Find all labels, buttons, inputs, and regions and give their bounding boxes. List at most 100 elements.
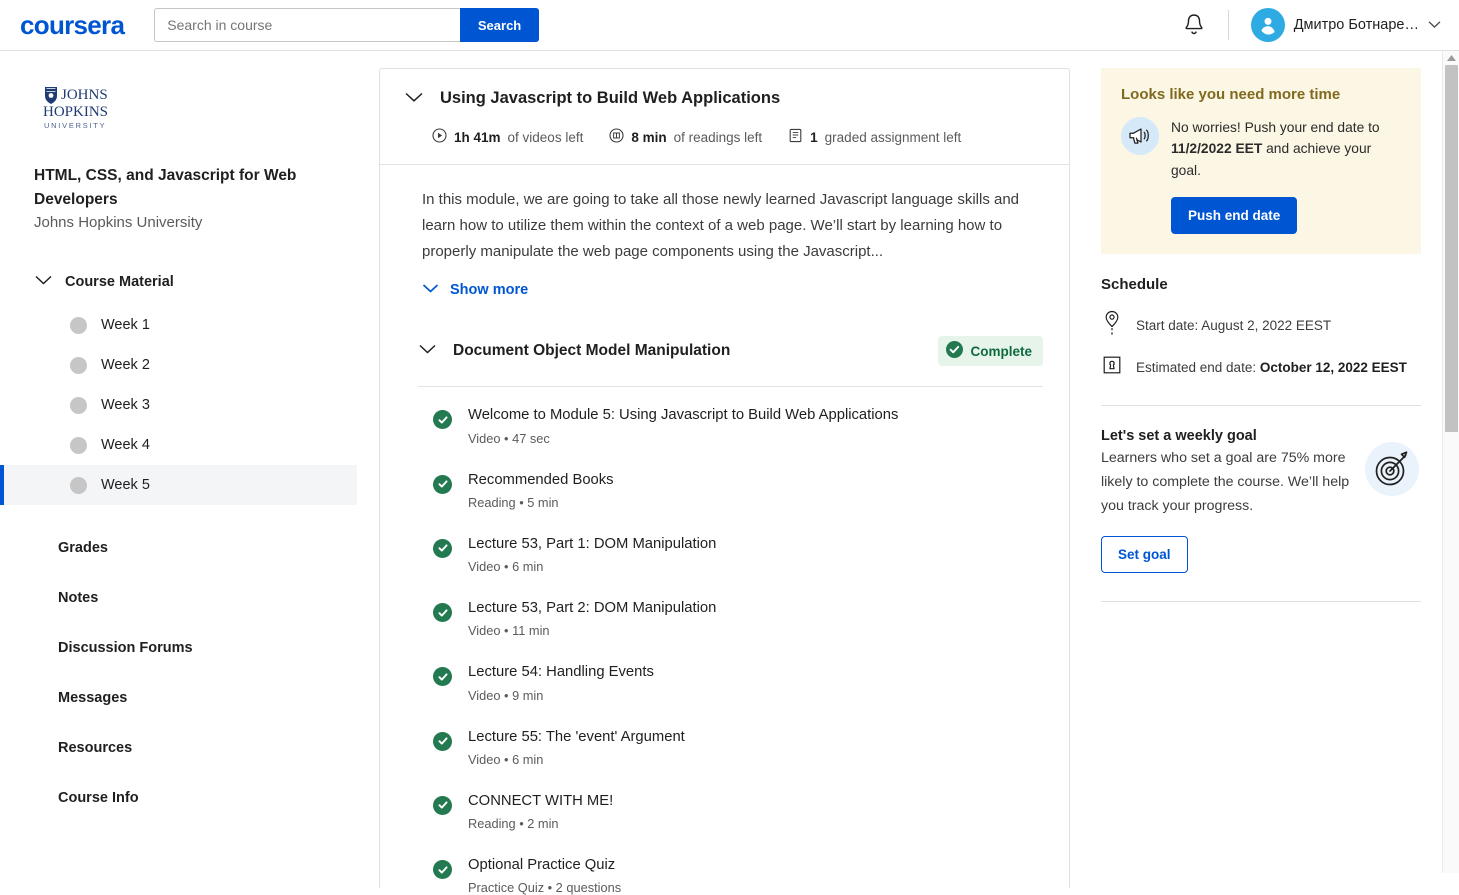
- lesson-name: Lecture 54: Handling Events: [468, 664, 654, 681]
- lesson-group-toggle[interactable]: Document Object Model Manipulation: [418, 342, 730, 360]
- status-dot-icon: [70, 476, 87, 494]
- stat-readings-left: 8 min of readings left: [609, 128, 762, 146]
- lesson-meta: Video • 11 min: [468, 623, 550, 639]
- notice-text-before: No worries! Push your end date to: [1171, 120, 1380, 135]
- lesson-meta: Video • 6 min: [468, 559, 544, 575]
- goal-text: Learners who set a goal are 75% more lik…: [1101, 450, 1350, 514]
- divider: [1101, 600, 1421, 602]
- list-item-text: Lecture 55: The 'event' Argument Video •…: [468, 727, 685, 767]
- stat-videos-left: 1h 41m of videos left: [432, 128, 583, 146]
- show-more-button[interactable]: Show more: [422, 282, 1041, 298]
- list-item[interactable]: Lecture 53, Part 2: DOM Manipulation Vid…: [433, 598, 1043, 638]
- lesson-meta: Reading • 2 min: [468, 816, 559, 832]
- coursera-logo[interactable]: coursera: [20, 10, 125, 41]
- stat-graded-assignment-left: 1 graded assignment left: [788, 128, 961, 146]
- list-item-text: Lecture 53, Part 1: DOM Manipulation Vid…: [468, 534, 716, 574]
- schedule-end-row: Estimated end date: October 12, 2022 EES…: [1101, 354, 1421, 381]
- list-item-text: CONNECT WITH ME! Reading • 2 min: [468, 791, 613, 831]
- list-item[interactable]: Lecture 53, Part 1: DOM Manipulation Vid…: [433, 534, 1043, 574]
- weekly-goal-section: Let's set a weekly goal Learners who set…: [1101, 406, 1421, 602]
- course-title: HTML, CSS, and Javascript for Web Develo…: [34, 167, 297, 209]
- list-item-text: Lecture 54: Handling Events Video • 9 mi…: [468, 662, 654, 702]
- list-item[interactable]: Lecture 55: The 'event' Argument Video •…: [433, 727, 1043, 767]
- check-circle-icon: [433, 860, 452, 880]
- sidebar-item-notes[interactable]: Notes: [0, 573, 357, 623]
- lesson-list: Welcome to Module 5: Using Javascript to…: [418, 405, 1043, 895]
- list-item-text: Lecture 53, Part 2: DOM Manipulation Vid…: [468, 598, 716, 638]
- check-circle-icon: [433, 795, 452, 815]
- sidebar-item-messages[interactable]: Messages: [0, 673, 357, 723]
- sidebar-item-grades[interactable]: Grades: [0, 523, 357, 573]
- schedule-title: Schedule: [1101, 276, 1168, 294]
- search-input[interactable]: [154, 8, 460, 42]
- assignment-icon: [788, 128, 803, 146]
- stat-value: 1h 41m: [454, 129, 501, 145]
- sidebar-item-week-5[interactable]: Week 5: [0, 465, 357, 506]
- sidebar-item-course-info[interactable]: Course Info: [0, 773, 357, 823]
- module-title-row[interactable]: Using Javascript to Build Web Applicatio…: [404, 89, 1043, 108]
- week-label: Week 5: [101, 477, 150, 494]
- schedule-end-label: Estimated end date: October 12, 2022 EES…: [1136, 360, 1407, 375]
- scroll-up-arrow-icon[interactable]: [1446, 53, 1457, 63]
- sidebar-item-resources[interactable]: Resources: [0, 723, 357, 773]
- sidebar-item-week-3[interactable]: Week 3: [0, 385, 357, 425]
- sidebar-item-discussion-forums[interactable]: Discussion Forums: [0, 623, 357, 673]
- lesson-meta: Video • 47 sec: [468, 430, 550, 446]
- lesson-name: Lecture 53, Part 1: DOM Manipulation: [468, 535, 717, 552]
- week-label: Week 3: [101, 397, 150, 414]
- list-item[interactable]: Recommended Books Reading • 5 min: [433, 470, 1043, 510]
- schedule-start-row: Start date: August 2, 2022 EEST: [1101, 309, 1421, 342]
- lesson-name: Lecture 55: The 'event' Argument: [468, 728, 685, 745]
- list-item[interactable]: Lecture 54: Handling Events Video • 9 mi…: [433, 662, 1043, 703]
- lesson-name: Lecture 53, Part 2: DOM Manipulation: [468, 600, 717, 617]
- sidebar-nav-list: Grades Notes Discussion Forums Messages …: [0, 523, 357, 823]
- week-label: Week 1: [101, 317, 150, 334]
- schedule-end-prefix: Estimated end date:: [1136, 360, 1260, 376]
- push-end-date-button[interactable]: Push end date: [1171, 197, 1298, 235]
- sidebar-item-week-4[interactable]: Week 4: [0, 425, 357, 465]
- lesson-name: Recommended Books: [468, 471, 614, 488]
- megaphone-icon: [1121, 117, 1159, 155]
- bell-icon[interactable]: [1160, 12, 1228, 38]
- notice-body: No worries! Push your end date to 11/2/2…: [1121, 117, 1401, 181]
- location-pin-icon: [1101, 309, 1123, 342]
- stat-value: 8 min: [631, 129, 667, 145]
- lesson-meta: Reading • 5 min: [468, 494, 559, 510]
- list-item-text: Welcome to Module 5: Using Javascript to…: [468, 405, 898, 445]
- search-button[interactable]: Search: [459, 8, 540, 42]
- module-description: In this module, we are going to take all…: [422, 191, 1020, 260]
- divider: [418, 386, 1043, 388]
- svg-text:HOPKINS: HOPKINS: [43, 104, 108, 120]
- week-label: Week 4: [101, 437, 150, 454]
- module-content-panel: Using Javascript to Build Web Applicatio…: [379, 68, 1070, 895]
- module-header: Using Javascript to Build Web Applicatio…: [380, 69, 1069, 164]
- list-item-text: Recommended Books Reading • 5 min: [468, 470, 614, 510]
- stat-value: 1: [810, 129, 818, 145]
- lesson-meta: Video • 9 min: [468, 687, 544, 703]
- sidebar-item-week-1[interactable]: Week 1: [0, 305, 357, 345]
- sidebar-item-week-2[interactable]: Week 2: [0, 345, 357, 385]
- push-end-date-card: Looks like you need more time No worries…: [1101, 68, 1421, 255]
- week-label: Week 2: [101, 357, 150, 374]
- stat-label: of readings left: [673, 129, 763, 145]
- notice-date: 11/2/2022 EET: [1171, 141, 1263, 157]
- top-navigation-bar: coursera Search Дмитро Ботнаре…: [0, 0, 1459, 51]
- list-item[interactable]: Optional Practice Quiz Practice Quiz • 2…: [433, 855, 1043, 895]
- page-scrollbar[interactable]: [1442, 51, 1459, 873]
- check-circle-icon: [433, 410, 452, 430]
- check-circle-icon: [433, 667, 452, 687]
- set-goal-button[interactable]: Set goal: [1101, 535, 1188, 573]
- flag-badge-icon: [1101, 354, 1123, 381]
- scrollbar-thumb[interactable]: [1445, 65, 1458, 432]
- user-menu[interactable]: Дмитро Ботнаре…: [1229, 8, 1441, 42]
- module-description-block: In this module, we are going to take all…: [380, 165, 1069, 298]
- schedule-start-label: Start date: August 2, 2022 EEST: [1136, 318, 1332, 334]
- lesson-name: Optional Practice Quiz: [468, 857, 616, 874]
- course-material-section-header[interactable]: Course Material: [34, 273, 357, 291]
- lesson-meta: Video • 6 min: [468, 751, 544, 767]
- module-title: Using Javascript to Build Web Applicatio…: [440, 89, 781, 107]
- status-badge: Complete: [938, 336, 1043, 367]
- stat-label: of videos left: [507, 129, 584, 145]
- list-item[interactable]: CONNECT WITH ME! Reading • 2 min: [433, 791, 1043, 831]
- list-item[interactable]: Welcome to Module 5: Using Javascript to…: [433, 405, 1043, 446]
